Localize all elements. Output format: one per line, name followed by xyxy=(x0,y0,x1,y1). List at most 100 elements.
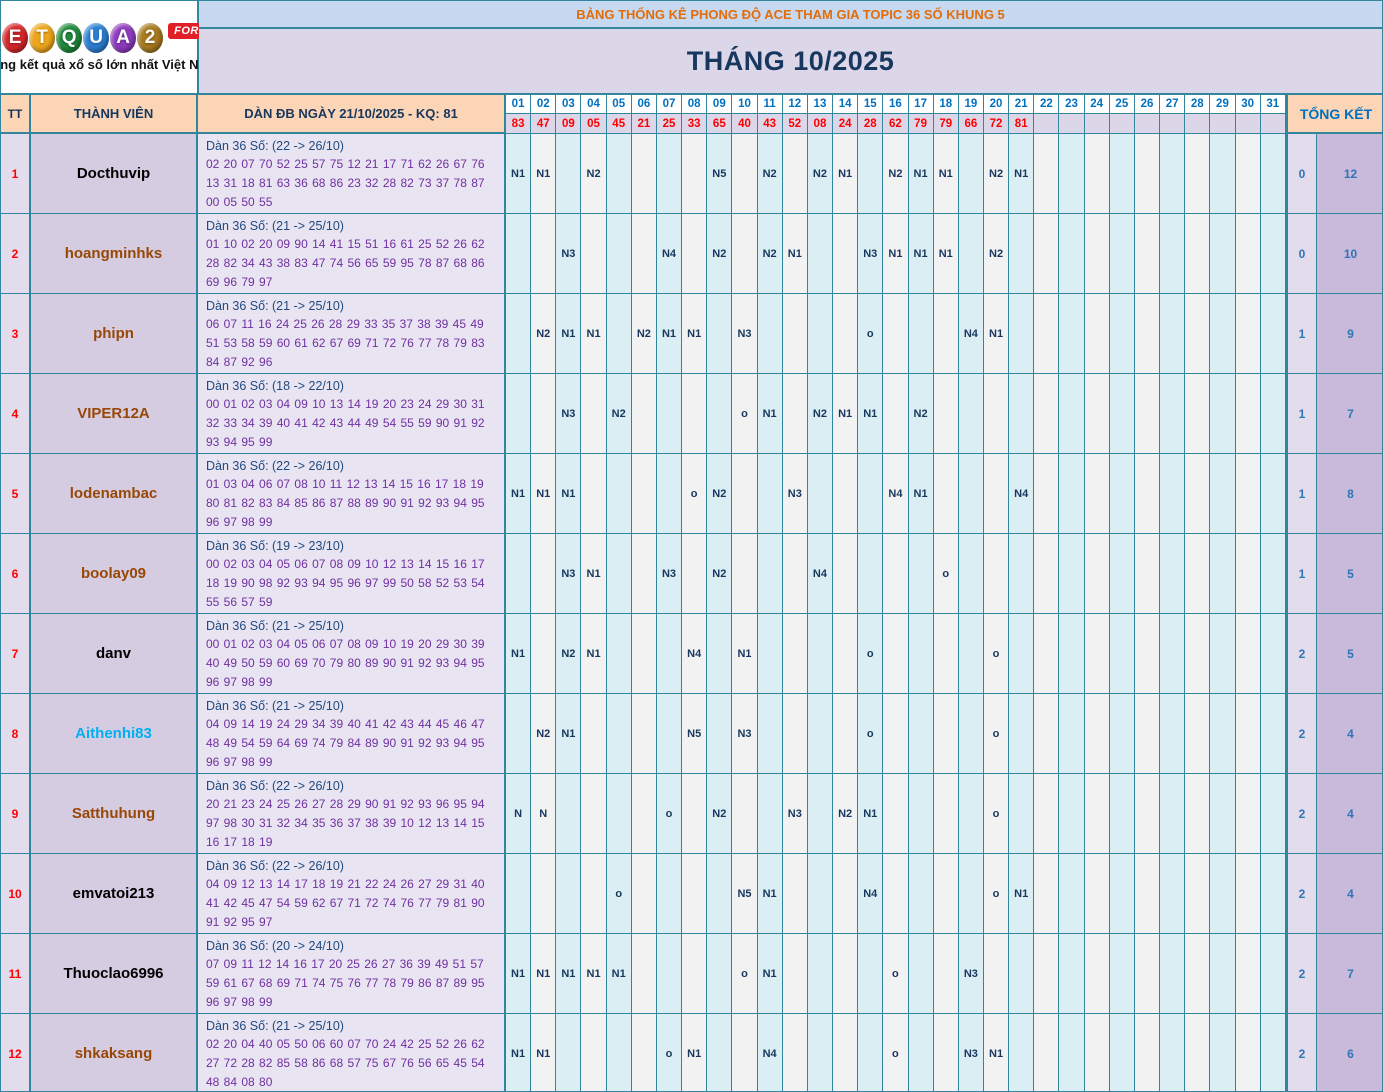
day-mark-cell: N1 xyxy=(682,294,708,373)
day-mark-cell xyxy=(1109,774,1135,853)
day-mark-cell: N2 xyxy=(556,614,582,693)
day-mark-cell xyxy=(933,854,959,933)
row-index: 3 xyxy=(1,294,31,373)
day-mark-cell xyxy=(807,614,834,693)
day-mark-cell xyxy=(556,1014,582,1091)
summary-hit-count: 4 xyxy=(1317,854,1382,933)
day-marks: N1 N2 N1 N4 N1 o o xyxy=(506,614,1286,693)
day-mark-cell xyxy=(1260,454,1286,533)
board-title: BẢNG THỐNG KÊ PHONG ĐỘ ACE THAM GIA TOPI… xyxy=(199,1,1382,29)
day-mark-cell xyxy=(757,534,783,613)
day-mark-cell xyxy=(883,374,909,453)
day-mark-cell: N4 xyxy=(958,294,984,373)
day-result: 45 xyxy=(606,114,631,133)
day-mark-cell: N4 xyxy=(682,614,708,693)
day-mark-cell xyxy=(908,1014,934,1091)
day-mark-cell: N1 xyxy=(908,454,934,533)
day-mark-cell: N1 xyxy=(506,1014,532,1091)
day-mark-cell xyxy=(1235,934,1261,1013)
day-mark-cell xyxy=(631,214,657,293)
day-mark-cell: N2 xyxy=(531,294,557,373)
day-mark-cell xyxy=(757,454,783,533)
day-mark-cell xyxy=(1134,934,1161,1013)
day-mark-cell xyxy=(1084,694,1110,773)
day-mark-cell xyxy=(1210,454,1236,533)
summary-miss-count: 2 xyxy=(1286,934,1317,1013)
day-mark-cell xyxy=(1134,774,1161,853)
member-name: Aithenhi83 xyxy=(31,694,198,773)
day-mark-cell xyxy=(656,854,683,933)
day-number: 15 xyxy=(858,95,883,115)
summary-hit-count: 7 xyxy=(1317,374,1382,453)
day-mark-cell xyxy=(1260,374,1286,453)
dan-range-label: Dàn 36 Số: (22 -> 26/10) xyxy=(206,779,344,793)
member-name: Thuoclao6996 xyxy=(31,934,198,1013)
day-mark-cell: N1 xyxy=(531,1014,557,1091)
dan-range-label: Dàn 36 Số: (21 -> 25/10) xyxy=(206,699,344,713)
day-mark-cell: N2 xyxy=(581,134,607,213)
month-title: THÁNG 10/2025 xyxy=(199,29,1382,93)
day-number: 19 xyxy=(958,95,983,115)
dan-numbers-cell: Dàn 36 Số: (20 -> 24/10) 07 09 11 12 14 1… xyxy=(198,934,506,1013)
day-mark-cell xyxy=(631,614,657,693)
day-result: 66 xyxy=(958,114,983,133)
day-mark-cell xyxy=(1084,1014,1110,1091)
day-mark-cell xyxy=(1134,454,1161,533)
summary-miss-count: 0 xyxy=(1286,214,1317,293)
member-row: 3 phipn Dàn 36 Số: (21 -> 25/10) 06 07 11 1… xyxy=(1,293,1382,373)
day-mark-cell xyxy=(1034,454,1060,533)
day-mark-cell xyxy=(1260,294,1286,373)
day-mark-cell xyxy=(833,294,859,373)
summary-miss-count: 1 xyxy=(1286,294,1317,373)
summary-hit-count: 12 xyxy=(1317,134,1382,213)
day-mark-cell xyxy=(958,134,984,213)
row-index: 1 xyxy=(1,134,31,213)
day-mark-cell: N1 xyxy=(506,454,532,533)
day-number: 22 xyxy=(1034,95,1059,115)
summary-hit-count: 6 xyxy=(1317,1014,1382,1091)
day-mark-cell xyxy=(858,134,884,213)
day-result: 79 xyxy=(908,114,933,133)
day-result xyxy=(1084,114,1109,133)
day-mark-cell xyxy=(506,294,532,373)
day-mark-cell: o xyxy=(983,774,1010,853)
day-mark-cell: N1 xyxy=(757,374,783,453)
day-mark-cell xyxy=(631,1014,657,1091)
day-number: 29 xyxy=(1210,95,1235,115)
day-mark-cell: N1 xyxy=(757,934,783,1013)
day-mark-cell xyxy=(1260,1014,1286,1091)
day-mark-cell xyxy=(1084,214,1110,293)
member-row: 5 lodenambac Dàn 36 Số: (22 -> 26/10) 01 03… xyxy=(1,453,1382,533)
day-mark-cell xyxy=(606,134,632,213)
day-mark-cell xyxy=(983,534,1010,613)
day-mark-cell: N3 xyxy=(656,534,683,613)
day-mark-cell xyxy=(556,774,582,853)
day-mark-cell xyxy=(556,134,582,213)
day-mark-cell xyxy=(1084,294,1110,373)
day-mark-cell xyxy=(1260,534,1286,613)
member-name: danv xyxy=(31,614,198,693)
day-mark-cell xyxy=(1185,694,1211,773)
day-mark-cell xyxy=(606,694,632,773)
day-mark-cell xyxy=(1210,294,1236,373)
day-mark-cell xyxy=(732,534,758,613)
day-mark-cell xyxy=(833,534,859,613)
day-mark-cell xyxy=(933,614,959,693)
dan-number-list: 20 21 23 24 25 26 27 28 29 90 91 92 93 9… xyxy=(206,797,485,849)
day-mark-cell xyxy=(631,374,657,453)
day-mark-cell: N3 xyxy=(958,934,984,1013)
day-mark-cell xyxy=(933,374,959,453)
logo-letter: Q xyxy=(56,22,83,53)
row-index: 11 xyxy=(1,934,31,1013)
day-result: 65 xyxy=(707,114,732,133)
day-mark-cell xyxy=(908,854,934,933)
day-mark-cell xyxy=(1134,694,1161,773)
day-mark-cell xyxy=(782,614,808,693)
dan-numbers-cell: Dàn 36 Số: (22 -> 26/10) 20 21 23 24 25 2… xyxy=(198,774,506,853)
day-mark-cell xyxy=(1109,134,1135,213)
day-mark-cell xyxy=(1235,614,1261,693)
day-mark-cell xyxy=(1034,774,1060,853)
day-mark-cell xyxy=(1034,534,1060,613)
day-mark-cell xyxy=(606,614,632,693)
day-mark-cell xyxy=(807,1014,834,1091)
